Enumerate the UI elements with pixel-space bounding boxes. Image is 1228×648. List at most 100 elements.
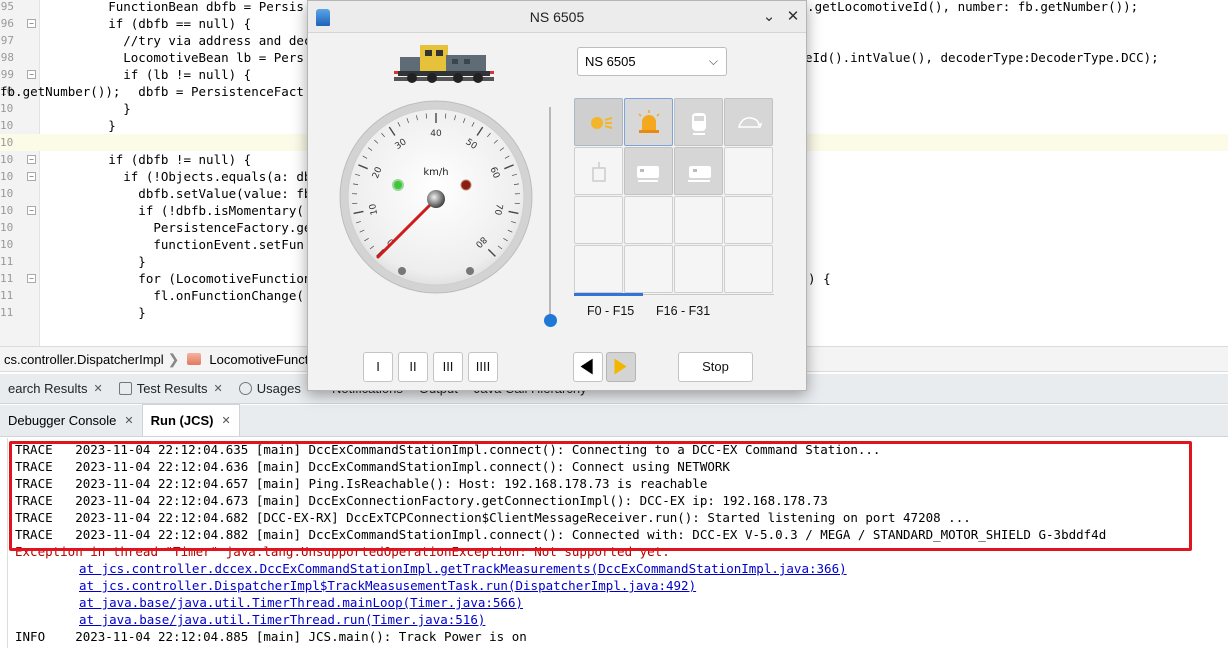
code-text: //try via address and dec: [48, 33, 312, 48]
close-icon[interactable]: ✕: [221, 414, 230, 427]
breadcrumb-item-member[interactable]: LocomotiveFunct: [205, 352, 312, 367]
tab-run-jcs[interactable]: Run (JCS) ✕: [141, 404, 240, 436]
function-keys-grid: [574, 98, 774, 294]
code-text: if (!dbfb.isMomentary(: [48, 203, 304, 218]
code-text: for (LocomotiveFunction: [48, 271, 312, 286]
fold-icon[interactable]: −: [27, 172, 36, 181]
triangle-right-icon: [614, 358, 627, 375]
tab-label: Usages: [256, 381, 301, 396]
gauge-stop-pin-right: [466, 267, 474, 275]
console-line: INFO 2023-11-04 22:12:04.885 [main] JCS.…: [15, 629, 527, 644]
tab-test-results[interactable]: Test Results ✕: [111, 374, 231, 404]
loco-sound-icon: [637, 166, 659, 182]
line-number: 113: [0, 306, 14, 319]
test-icon: [118, 382, 132, 395]
function-key-f8[interactable]: [574, 196, 623, 244]
function-key-f1[interactable]: [624, 98, 673, 146]
console-tabs: Debugger Console ✕ Run (JCS) ✕: [0, 404, 1228, 437]
line-number: 112: [0, 289, 14, 302]
function-key-f9[interactable]: [624, 196, 673, 244]
console-gutter: [0, 438, 8, 648]
dialog-titlebar[interactable]: NS 6505 ⌄ ✕: [308, 1, 806, 33]
dialog-title: NS 6505: [529, 9, 585, 25]
gauge-tick-label: 40: [430, 129, 442, 139]
code-text: functionEvent.setFun: [48, 237, 304, 252]
stack-trace-link[interactable]: at jcs.controller.DispatcherImpl$TrackMe…: [79, 577, 696, 594]
tab-label: Test Results: [136, 381, 208, 396]
class-icon: [187, 353, 202, 365]
reverse-button[interactable]: [573, 352, 603, 382]
triangle-left-icon: [580, 358, 593, 375]
function-key-f5[interactable]: [624, 147, 673, 195]
close-icon[interactable]: ✕: [214, 382, 223, 395]
code-text-right: eId().intValue(), decoderType:DecoderTyp…: [805, 50, 1159, 65]
forward-button[interactable]: [606, 352, 636, 382]
function-key-f15[interactable]: [724, 245, 773, 293]
fold-icon[interactable]: −: [27, 274, 36, 283]
coupler-icon: [592, 162, 606, 182]
code-text: }: [48, 101, 131, 116]
tab-debugger-console[interactable]: Debugger Console ✕: [0, 404, 142, 436]
turtle-icon: [737, 117, 763, 128]
gauge-unit: km/h: [423, 167, 448, 178]
beacon-icon: [638, 110, 660, 133]
function-key-f0[interactable]: [574, 98, 623, 146]
stack-trace-link[interactable]: at java.base/java.util.TimerThread.mainL…: [79, 594, 523, 611]
function-key-f13[interactable]: [624, 245, 673, 293]
line-number: 108: [0, 221, 14, 234]
breadcrumb-item-class[interactable]: cs.controller.DispatcherImpl: [0, 352, 168, 367]
tab-search-results[interactable]: earch Results ✕: [0, 374, 111, 404]
line-number: 99: [0, 68, 14, 81]
code-text-right: fb.getNumber());: [0, 84, 121, 99]
code-text: if (dbfb != null) {: [48, 152, 252, 167]
highlight-box: [9, 441, 1192, 551]
tab-label: earch Results: [8, 381, 88, 396]
line-number: 105: [0, 170, 14, 183]
function-key-f4[interactable]: [574, 147, 623, 195]
fold-icon[interactable]: −: [27, 70, 36, 79]
tab-label: Run (JCS): [150, 413, 214, 428]
close-icon[interactable]: ✕: [783, 7, 803, 27]
function-key-f7[interactable]: [724, 147, 773, 195]
line-number: 104: [0, 153, 14, 166]
locomotive-select[interactable]: NS 6505 ⌵: [577, 47, 727, 76]
speed-slider-knob[interactable]: [544, 314, 557, 327]
fold-icon[interactable]: −: [27, 155, 36, 164]
line-number: 96: [0, 17, 14, 30]
chevron-right-icon: ❯: [167, 350, 180, 367]
line-number: 102: [0, 119, 14, 132]
speed-slider-track[interactable]: [549, 107, 551, 319]
tab-f0-f15[interactable]: F0 - F15: [587, 304, 634, 318]
code-text: FunctionBean dbfb = Persis: [48, 0, 304, 14]
code-text: dbfb.setValue(value: fb.: [48, 186, 319, 201]
stack-trace-link[interactable]: at java.base/java.util.TimerThread.run(T…: [79, 611, 485, 628]
stack-trace-link[interactable]: at jcs.controller.dccex.DccExCommandStat…: [79, 560, 847, 577]
speed-step-3-button[interactable]: III: [433, 352, 463, 382]
fold-icon[interactable]: −: [27, 206, 36, 215]
speed-step-2-button[interactable]: II: [398, 352, 428, 382]
fold-icon[interactable]: −: [27, 19, 36, 28]
function-key-f3[interactable]: [724, 98, 773, 146]
code-text: fl.onFunctionChange(: [48, 288, 304, 303]
led-red-icon: [460, 179, 472, 191]
close-icon[interactable]: ✕: [93, 382, 102, 395]
code-text: if (dbfb == null) {: [48, 16, 252, 31]
function-key-f2[interactable]: [674, 98, 723, 146]
function-tab-indicator: [574, 293, 643, 296]
function-key-f12[interactable]: [574, 245, 623, 293]
close-icon[interactable]: ✕: [124, 414, 133, 427]
chevron-down-icon[interactable]: ⌄: [759, 7, 779, 27]
speed-step-4-button[interactable]: IIII: [468, 352, 498, 382]
line-number: 111: [0, 272, 14, 285]
light-icon: [591, 117, 613, 129]
line-number: 106: [0, 187, 14, 200]
function-key-f14[interactable]: [674, 245, 723, 293]
stop-button[interactable]: Stop: [678, 352, 753, 382]
wagon-icon: [688, 166, 711, 182]
tab-f16-f31[interactable]: F16 - F31: [656, 304, 710, 318]
speed-step-1-button[interactable]: I: [363, 352, 393, 382]
function-key-f6[interactable]: [674, 147, 723, 195]
function-key-f11[interactable]: [724, 196, 773, 244]
line-number: 98: [0, 51, 14, 64]
function-key-f10[interactable]: [674, 196, 723, 244]
